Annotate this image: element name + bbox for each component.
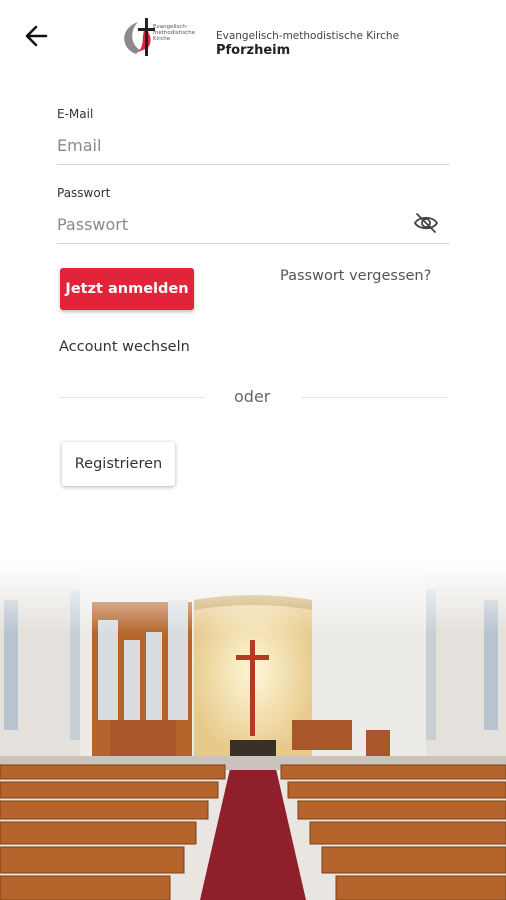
organization-location: Pforzheim [216,43,291,58]
switch-account-link[interactable]: Account wechseln [59,339,190,355]
register-button[interactable]: Registrieren [62,442,175,486]
divider-right [302,397,448,398]
back-arrow-icon[interactable] [22,22,52,50]
password-label: Passwort [57,186,111,200]
eye-off-icon[interactable] [412,211,440,235]
divider-left [59,397,205,398]
church-interior-image [0,560,506,900]
logo-caption: Evangelisch-methodistische Kirche [153,24,196,42]
email-label: E-Mail [57,107,94,121]
or-separator: oder [234,387,271,406]
forgot-password-link[interactable]: Passwort vergessen? [280,268,431,284]
email-underline [57,164,450,165]
login-button[interactable]: Jetzt anmelden [60,268,194,310]
email-field[interactable] [57,131,450,159]
password-field[interactable] [57,210,402,238]
app-header: Evangelisch-methodistische Kirche Evange… [0,0,506,72]
organization-name: Evangelisch-methodistische Kirche [216,30,400,42]
password-underline [57,243,450,244]
